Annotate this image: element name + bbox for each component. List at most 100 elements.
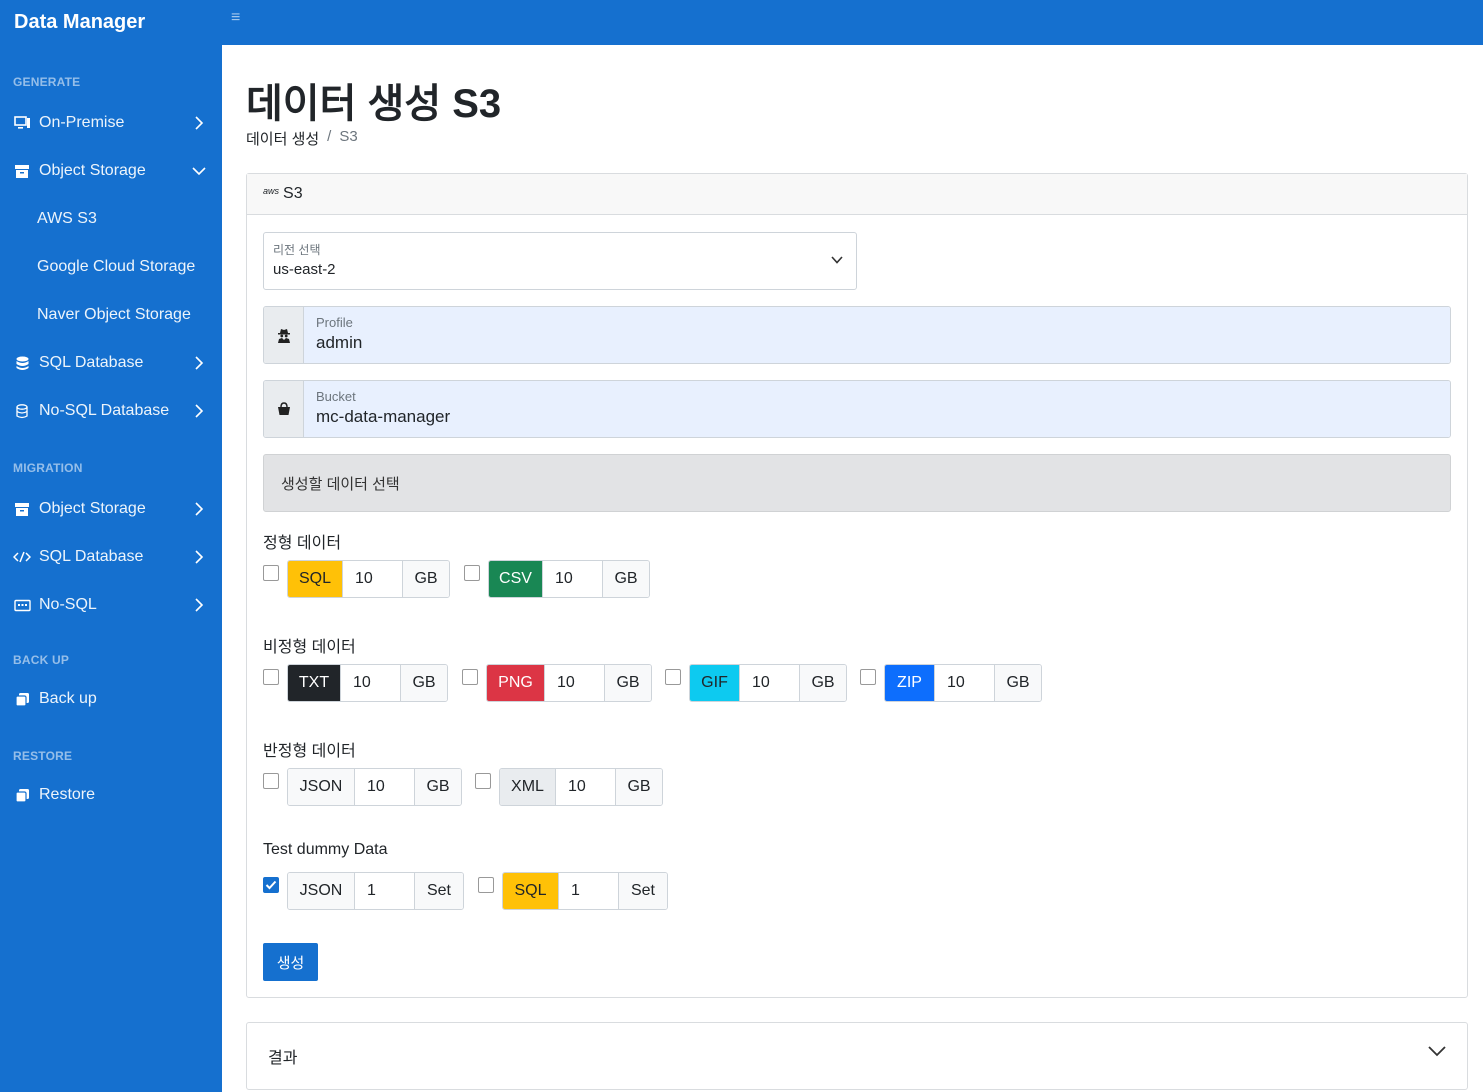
card-header-title: S3 (283, 185, 303, 202)
option-json: JSON 10 GB (263, 768, 462, 806)
nav-label: Back up (39, 690, 97, 707)
png-input-group: PNG 10 GB (486, 664, 652, 702)
option-png: PNG 10 GB (462, 664, 652, 702)
option-dummy-sql: SQL 1 Set (478, 872, 668, 910)
png-checkbox[interactable] (462, 669, 478, 685)
chevron-right-icon (192, 550, 206, 564)
nav-restore[interactable]: Restore (0, 771, 222, 819)
zip-checkbox[interactable] (860, 669, 876, 685)
sql-size-input[interactable]: 10 (343, 561, 403, 597)
nav-migration-object-storage[interactable]: Object Storage (0, 485, 222, 533)
dummy-label: Test dummy Data (263, 841, 388, 858)
breadcrumb-current: S3 (339, 128, 358, 145)
nav-label: No-SQL Database (39, 402, 170, 419)
chevron-right-icon (192, 502, 206, 516)
copy-icon (13, 690, 31, 708)
nav-migration-nosql[interactable]: No-SQL (0, 581, 222, 629)
terminal-icon (13, 596, 31, 614)
profile-value: admin (316, 333, 363, 352)
nav-label: No-SQL (39, 596, 97, 613)
profile-input-group: Profile admin (263, 306, 1451, 364)
card-header: aws S3 (247, 174, 1467, 215)
aws-logo-icon: aws (263, 185, 280, 196)
copy-icon (13, 786, 31, 804)
txt-size-input[interactable]: 10 (341, 665, 401, 701)
bucket-value: mc-data-manager (316, 407, 451, 426)
option-zip: ZIP 10 GB (860, 664, 1042, 702)
bucket-label: Bucket (316, 389, 356, 404)
xml-checkbox[interactable] (475, 773, 491, 789)
nav-label: Object Storage (39, 162, 146, 179)
nav-on-premise[interactable]: On-Premise (0, 99, 222, 147)
dummy-json-unit: Set (415, 873, 463, 909)
structured-label: 정형 데이터 (263, 535, 342, 552)
nav-label: Restore (39, 786, 96, 803)
xml-tag: XML (500, 769, 556, 805)
zip-tag: ZIP (885, 665, 935, 701)
section-restore: RESTORE (13, 749, 73, 763)
json-size-input[interactable]: 10 (355, 769, 415, 805)
png-size-input[interactable]: 10 (545, 665, 605, 701)
dummy-sql-unit: Set (619, 873, 667, 909)
sidebar: Data Manager GENERATE On-Premise Object … (0, 0, 222, 1092)
chevron-right-icon (192, 116, 206, 130)
profile-field[interactable]: Profile admin (304, 307, 1450, 363)
chevron-right-icon (192, 598, 206, 612)
brand-title[interactable]: Data Manager (0, 0, 222, 45)
nav-google-cloud-storage[interactable]: Google Cloud Storage (0, 243, 222, 291)
nav-nosql-database[interactable]: No-SQL Database (0, 387, 222, 435)
option-txt: TXT 10 GB (263, 664, 448, 702)
generate-button[interactable]: 생성 (263, 943, 318, 981)
archive-icon (13, 500, 31, 518)
dummy-json-count-input[interactable]: 1 (355, 873, 415, 909)
nav-object-storage[interactable]: Object Storage (0, 147, 222, 195)
nav-backup[interactable]: Back up (0, 675, 222, 723)
gif-size-input[interactable]: 10 (740, 665, 800, 701)
nav-naver-object-storage[interactable]: Naver Object Storage (0, 291, 222, 339)
txt-input-group: TXT 10 GB (287, 664, 448, 702)
bucket-field[interactable]: Bucket mc-data-manager (304, 381, 1450, 437)
nav-aws-s3[interactable]: AWS S3 (0, 195, 222, 243)
json-tag: JSON (288, 769, 355, 805)
section-backup: BACK UP (13, 653, 70, 667)
breadcrumb: 데이터 생성 / S3 (246, 128, 358, 149)
png-tag: PNG (487, 665, 545, 701)
chevron-right-icon (192, 356, 206, 370)
database-outline-icon (13, 402, 31, 420)
nav-sql-database[interactable]: SQL Database (0, 339, 222, 387)
json-checkbox[interactable] (263, 773, 279, 789)
option-dummy-json: JSON 1 Set (263, 872, 464, 910)
breadcrumb-parent[interactable]: 데이터 생성 (246, 128, 319, 149)
database-icon (13, 354, 31, 372)
csv-checkbox[interactable] (464, 565, 480, 581)
option-sql: SQL 10 GB (263, 560, 450, 598)
dummy-json-input-group: JSON 1 Set (287, 872, 464, 910)
result-title: 결과 (268, 1050, 298, 1067)
csv-size-input[interactable]: 10 (543, 561, 603, 597)
dummy-sql-count-input[interactable]: 1 (559, 873, 619, 909)
result-accordion[interactable]: 결과 (246, 1022, 1468, 1090)
sql-input-group: SQL 10 GB (287, 560, 450, 598)
unstructured-label: 비정형 데이터 (263, 639, 356, 656)
xml-size-input[interactable]: 10 (556, 769, 616, 805)
dummy-sql-checkbox[interactable] (478, 877, 494, 893)
sql-checkbox[interactable] (263, 565, 279, 581)
nav-migration-sql-database[interactable]: SQL Database (0, 533, 222, 581)
semistructured-label: 반정형 데이터 (263, 743, 356, 760)
sql-tag: SQL (288, 561, 343, 597)
hamburger-menu-icon[interactable]: ≡ (231, 10, 245, 26)
chevron-down-icon (192, 164, 206, 178)
zip-size-input[interactable]: 10 (935, 665, 995, 701)
nav-label: On-Premise (39, 114, 125, 131)
txt-unit: GB (401, 665, 447, 701)
gif-checkbox[interactable] (665, 669, 681, 685)
csv-input-group: CSV 10 GB (488, 560, 650, 598)
profile-label: Profile (316, 315, 353, 330)
checkmark-icon (265, 880, 277, 890)
option-gif: GIF 10 GB (665, 664, 847, 702)
dummy-json-checkbox[interactable] (263, 877, 279, 893)
txt-checkbox[interactable] (263, 669, 279, 685)
xml-unit: GB (616, 769, 662, 805)
region-select[interactable]: 리전 선택 us-east-2 (263, 232, 857, 290)
chevron-down-icon (1427, 1041, 1447, 1061)
